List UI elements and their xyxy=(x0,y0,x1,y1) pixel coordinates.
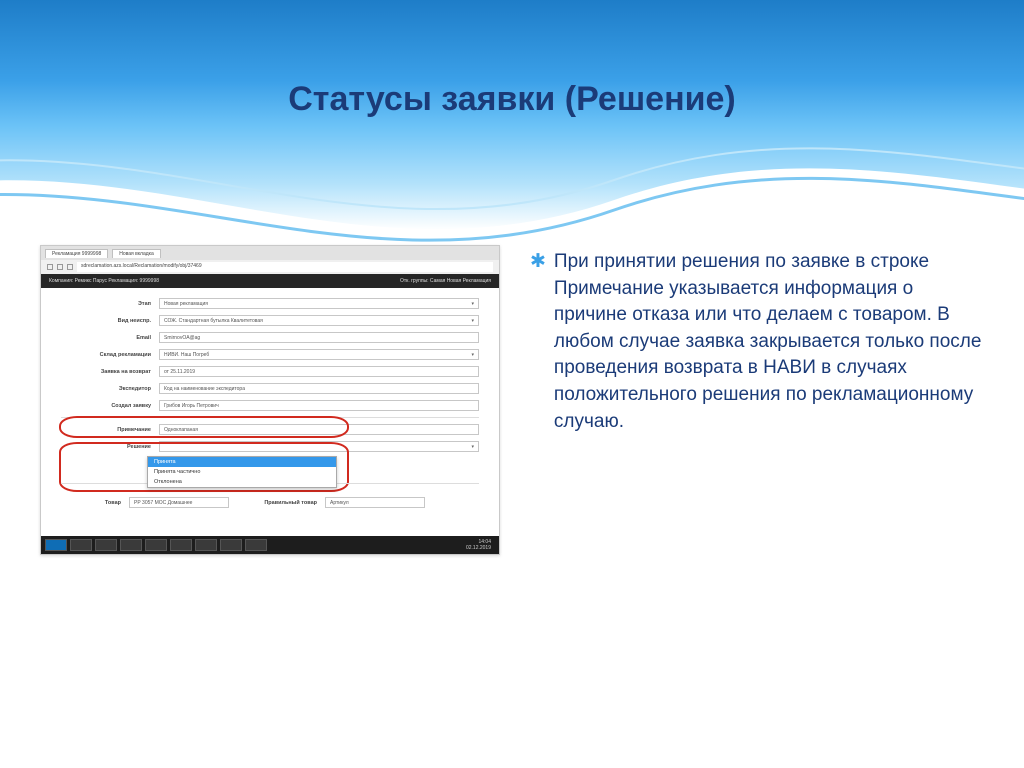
bullet-star-icon: ✱ xyxy=(530,249,546,435)
nav-forward-icon xyxy=(57,264,63,270)
dropdown-option: Принята xyxy=(148,457,336,467)
embedded-screenshot: Рекламация 9999998 Новая вкладка sdrecla… xyxy=(40,245,500,555)
field-input: Новая рекламация xyxy=(159,298,479,309)
field-input: Артикул xyxy=(325,497,425,508)
slide-content: Рекламация 9999998 Новая вкладка sdrecla… xyxy=(0,245,1024,768)
nav-back-icon xyxy=(47,264,53,270)
bottom-row: Товар РР 3057 МОС Домашнее Правильный то… xyxy=(61,497,479,508)
field-input: СОЖ. Стандартная бутылка Квалитетовая xyxy=(159,315,479,326)
nav-reload-icon xyxy=(67,264,73,270)
field-label: Email xyxy=(61,335,151,341)
text-column: ✱ При принятии решения по заявке в строк… xyxy=(530,245,984,728)
annotation-circle xyxy=(59,416,349,438)
start-button-icon xyxy=(45,539,67,551)
taskbar-item xyxy=(120,539,142,551)
taskbar-clock: 14:04 02.12.2019 xyxy=(466,539,495,551)
taskbar-item xyxy=(245,539,267,551)
windows-taskbar: 14:04 02.12.2019 xyxy=(41,536,499,554)
taskbar-item xyxy=(170,539,192,551)
bullet-body: При принятии решения по заявке в строке … xyxy=(554,249,984,435)
field-input: РР 3057 МОС Домашнее xyxy=(129,497,229,508)
field-label: Правильный товар xyxy=(237,500,317,506)
dropdown-option: Принята частично xyxy=(148,467,336,477)
field-label: Вид неиспр. xyxy=(61,318,151,324)
form-body: Этап Новая рекламация Вид неиспр. СОЖ. Ста… xyxy=(41,288,499,536)
clock-date: 02.12.2019 xyxy=(466,545,491,551)
taskbar-item xyxy=(70,539,92,551)
field-label: Товар xyxy=(61,500,121,506)
field-label: Заявка на возврат xyxy=(61,369,151,375)
browser-tab-bar: Рекламация 9999998 Новая вкладка xyxy=(41,246,499,260)
app-header-bar: Компания: Ремикс Парус Рекламация: 99999… xyxy=(41,274,499,288)
field-label: Склад рекламации xyxy=(61,352,151,358)
dropdown-option: Отклонена xyxy=(148,477,336,487)
taskbar-item xyxy=(220,539,242,551)
field-input: НИВИ. Наш Погреб xyxy=(159,349,479,360)
taskbar-item xyxy=(95,539,117,551)
address-url: sdreclamation.azs.local/Reclamation/modi… xyxy=(77,262,493,272)
header-left-text: Компания: Ремикс Парус Рекламация: 99999… xyxy=(49,278,159,284)
field-label: Экспедитор xyxy=(61,386,151,392)
decision-dropdown-open: Принята Принята частично Отклонена xyxy=(147,456,337,488)
browser-address-bar: sdreclamation.azs.local/Reclamation/modi… xyxy=(41,260,499,274)
field-input: Грибов Игорь Петрович xyxy=(159,400,479,411)
field-label: Создал заявку xyxy=(61,403,151,409)
slide-title: Статусы заявки (Решение) xyxy=(0,80,1024,119)
taskbar-item xyxy=(195,539,217,551)
taskbar-item xyxy=(145,539,167,551)
field-input: Код на наименование экспедитора xyxy=(159,383,479,394)
field-label: Этап xyxy=(61,301,151,307)
browser-tab: Рекламация 9999998 xyxy=(45,249,108,258)
header-right-text: Отк. группы: Самая Новая Рекламация xyxy=(400,278,491,284)
browser-tab: Новая вкладка xyxy=(112,249,160,258)
field-input: SmirnovOA@ag xyxy=(159,332,479,343)
field-input: от 25.11.2019 xyxy=(159,366,479,377)
